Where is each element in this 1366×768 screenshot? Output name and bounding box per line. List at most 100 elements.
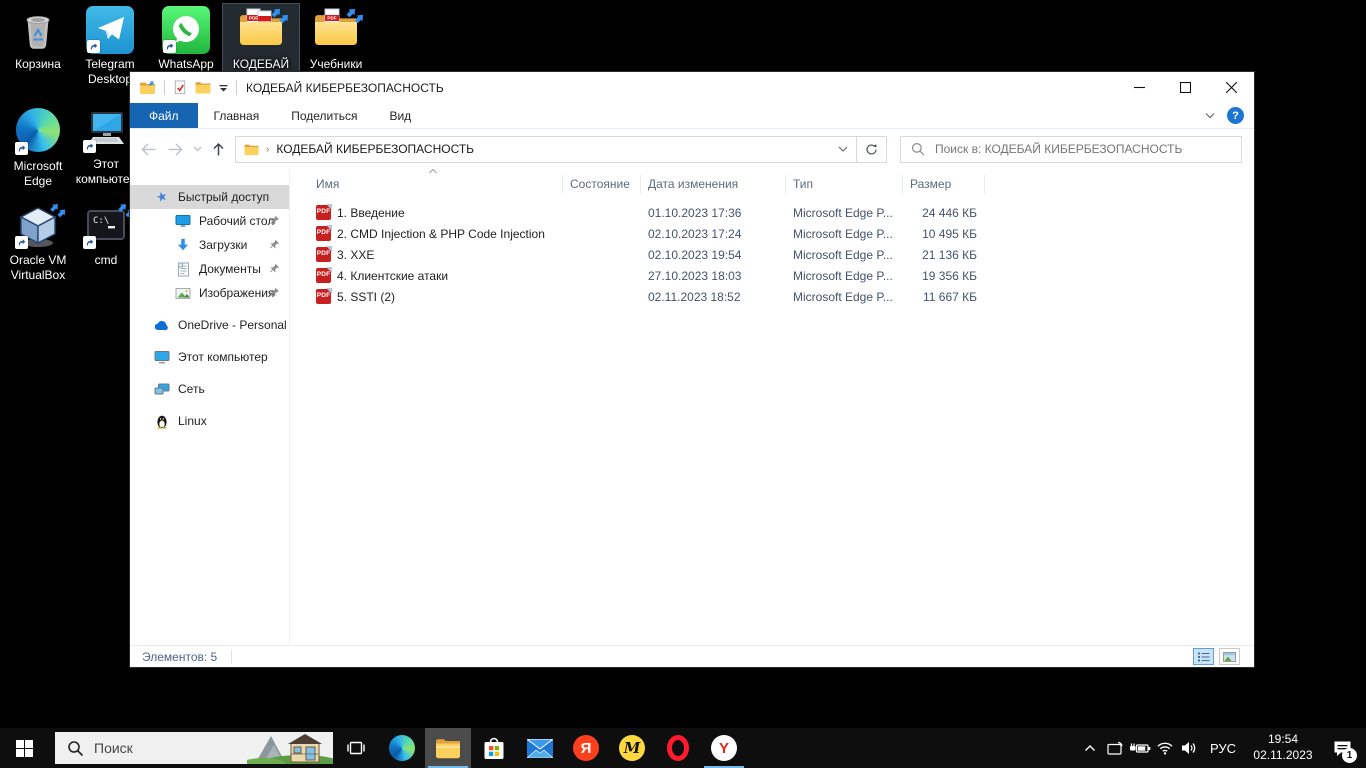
customize-qat-dropdown[interactable] bbox=[219, 84, 228, 92]
tray-battery-icon[interactable] bbox=[1127, 728, 1152, 768]
desktop-icon-virtualbox[interactable]: Oracle VM VirtualBox bbox=[0, 200, 76, 285]
action-center-button[interactable]: 1 bbox=[1322, 728, 1362, 768]
taskbar-search-placeholder: Поиск bbox=[94, 740, 133, 756]
properties-qat-button[interactable] bbox=[173, 80, 187, 95]
file-size: 21 136 КБ bbox=[903, 248, 985, 262]
help-button[interactable]: ? bbox=[1227, 107, 1244, 124]
star-icon: ★ bbox=[152, 187, 172, 207]
file-name: 4. Клиентские атаки bbox=[337, 269, 448, 283]
desktop-icon-edge[interactable]: Microsoft Edge bbox=[0, 104, 76, 191]
up-button[interactable] bbox=[205, 136, 232, 162]
desktop-icon-label: Корзина bbox=[0, 57, 76, 72]
new-folder-qat-button[interactable] bbox=[195, 81, 211, 94]
taskbar-app-opera[interactable] bbox=[655, 728, 701, 768]
window-title: КОДЕБАЙ КИБЕРБЕЗОПАСНОСТЬ bbox=[246, 81, 444, 95]
thumbnail-view-button[interactable] bbox=[1219, 648, 1240, 665]
refresh-button[interactable] bbox=[856, 136, 887, 163]
forward-button[interactable] bbox=[162, 136, 189, 162]
sidebar-item-quick-access[interactable]: ★ Быстрый доступ bbox=[130, 185, 289, 209]
tab-view[interactable]: Вид bbox=[373, 103, 427, 128]
sidebar-item-this-pc[interactable]: Этот компьютер bbox=[130, 345, 289, 369]
column-header-size[interactable]: Размер bbox=[903, 175, 985, 194]
taskbar-app-edge[interactable] bbox=[379, 728, 425, 768]
tab-share[interactable]: Поделиться bbox=[275, 103, 373, 128]
virtualbox-icon bbox=[14, 202, 62, 250]
pdf-file-icon: PDF bbox=[316, 289, 331, 304]
sort-ascending-icon[interactable] bbox=[428, 169, 438, 174]
search-box[interactable]: Поиск в: КОДЕБАЙ КИБЕРБЕЗОПАСНОСТЬ bbox=[900, 136, 1242, 163]
task-view-button[interactable] bbox=[333, 728, 379, 768]
file-row[interactable]: PDF1. Введение 01.10.2023 17:36 Microsof… bbox=[314, 202, 1254, 223]
desktop-icon-label: Oracle VM VirtualBox bbox=[0, 253, 76, 282]
taskbar-app-yandex-search[interactable]: Я bbox=[563, 728, 609, 768]
collapse-ribbon-icon[interactable] bbox=[1205, 112, 1215, 119]
sidebar-item-downloads[interactable]: Загрузки bbox=[130, 233, 289, 257]
file-row[interactable]: PDF3. XXE 02.10.2023 19:54 Microsoft Edg… bbox=[314, 244, 1254, 265]
sidebar-item-network[interactable]: Сеть bbox=[130, 377, 289, 401]
sidebar-item-onedrive[interactable]: OneDrive - Personal bbox=[130, 313, 289, 337]
document-icon bbox=[175, 262, 191, 277]
taskbar-app-yellow-m[interactable]: M bbox=[609, 728, 655, 768]
file-date: 02.11.2023 18:52 bbox=[641, 290, 786, 304]
column-header-type[interactable]: Тип bbox=[786, 175, 903, 194]
address-box[interactable]: › КОДЕБАЙ КИБЕРБЕЗОПАСНОСТЬ bbox=[235, 136, 857, 163]
minimize-button[interactable] bbox=[1116, 72, 1162, 103]
sidebar-item-linux[interactable]: Linux bbox=[130, 409, 289, 433]
pdf-file-icon: PDF bbox=[316, 247, 331, 262]
taskbar-app-yandex-browser[interactable]: Y bbox=[701, 728, 747, 768]
column-header-date[interactable]: Дата изменения bbox=[641, 175, 786, 194]
sidebar-item-desktop[interactable]: Рабочий стол bbox=[130, 209, 289, 233]
sidebar-item-pictures[interactable]: Изображения bbox=[130, 281, 289, 305]
tray-date: 02.11.2023 bbox=[1244, 748, 1322, 764]
taskbar-search-box[interactable]: Поиск bbox=[55, 732, 333, 764]
breadcrumb[interactable]: КОДЕБАЙ КИБЕРБЕЗОПАСНОСТЬ bbox=[276, 142, 474, 156]
maximize-button[interactable] bbox=[1162, 72, 1208, 103]
taskbar-app-store[interactable] bbox=[471, 728, 517, 768]
close-button[interactable] bbox=[1208, 72, 1254, 103]
file-date: 27.10.2023 18:03 bbox=[641, 269, 786, 283]
taskbar: Поиск Я M Y bbox=[0, 728, 1366, 768]
ribbon-tabs: Файл Главная Поделиться Вид ? bbox=[130, 103, 1254, 129]
tab-file[interactable]: Файл bbox=[130, 103, 198, 128]
column-header-status[interactable]: Состояние bbox=[563, 175, 641, 194]
start-button[interactable] bbox=[0, 728, 48, 768]
taskbar-app-explorer[interactable] bbox=[425, 728, 471, 768]
tray-chevron-up-icon[interactable] bbox=[1077, 728, 1102, 768]
shortcut-arrow-icon bbox=[87, 40, 100, 53]
desktop-icon-label: Microsoft Edge bbox=[0, 159, 76, 188]
shortcut-arrow-icon bbox=[15, 142, 28, 155]
tray-wifi-icon[interactable] bbox=[1152, 728, 1177, 768]
file-row[interactable]: PDF5. SSTI (2) 02.11.2023 18:52 Microsof… bbox=[314, 286, 1254, 307]
file-row[interactable]: PDF4. Клиентские атаки 27.10.2023 18:03 … bbox=[314, 265, 1254, 286]
tray-clock[interactable]: 19:54 02.11.2023 bbox=[1244, 732, 1322, 764]
telegram-icon bbox=[86, 6, 134, 54]
shortcut-arrow-icon bbox=[83, 140, 96, 153]
file-name: 3. XXE bbox=[337, 248, 374, 262]
tray-cast-icon[interactable] bbox=[1102, 728, 1127, 768]
sidebar-item-documents[interactable]: Документы bbox=[130, 257, 289, 281]
column-header-name[interactable]: Имя bbox=[314, 175, 563, 194]
explorer-main: ★ Быстрый доступ Рабочий стол Загрузки Д… bbox=[130, 169, 1254, 645]
desktop-icon-whatsapp[interactable]: WhatsApp bbox=[148, 4, 224, 75]
taskbar-app-mail[interactable] bbox=[517, 728, 563, 768]
details-view-button[interactable] bbox=[1193, 648, 1214, 665]
desktop-icon-kodebay[interactable]: PDF КОДЕБАЙ bbox=[223, 4, 299, 75]
pin-icon bbox=[269, 263, 280, 274]
search-icon bbox=[911, 142, 925, 156]
file-row[interactable]: PDF2. CMD Injection & PHP Code Injection… bbox=[314, 223, 1254, 244]
tab-home[interactable]: Главная bbox=[198, 103, 276, 128]
tray-volume-icon[interactable] bbox=[1177, 728, 1202, 768]
tray-language-indicator[interactable]: РУС bbox=[1202, 741, 1244, 756]
recent-locations-dropdown[interactable] bbox=[189, 136, 205, 162]
status-bar: Элементов: 5 bbox=[130, 645, 1254, 667]
desktop-icon-recycle-bin[interactable]: Корзина bbox=[0, 4, 76, 75]
file-rows: PDF1. Введение 01.10.2023 17:36 Microsof… bbox=[290, 202, 1254, 307]
file-name: 2. CMD Injection & PHP Code Injection bbox=[337, 227, 545, 241]
svg-text:C:\: C:\ bbox=[93, 216, 109, 226]
navigation-pane: ★ Быстрый доступ Рабочий стол Загрузки Д… bbox=[130, 169, 290, 645]
back-button[interactable] bbox=[135, 136, 162, 162]
pdf-folder-icon: PDF bbox=[237, 6, 285, 54]
pdf-file-icon: PDF bbox=[316, 268, 331, 283]
address-dropdown-icon[interactable] bbox=[838, 146, 848, 152]
desktop-icon-uchebniki[interactable]: PDF Учебники bbox=[298, 4, 374, 75]
